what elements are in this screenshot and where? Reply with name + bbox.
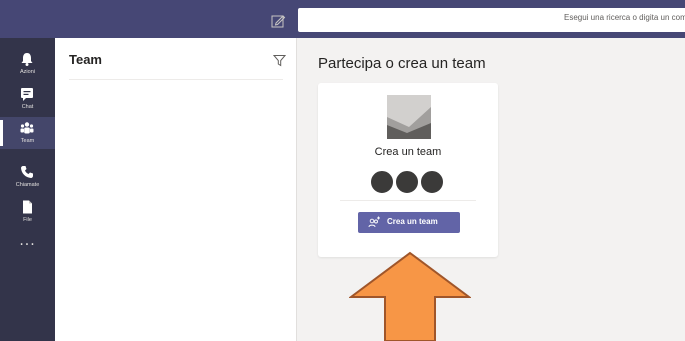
search-placeholder: Esegui una ricerca o digita un comando	[564, 13, 685, 22]
rail-item-chiamate[interactable]: Chiamate	[0, 161, 55, 193]
team-image-icon	[387, 95, 431, 139]
app-rail: Azioni Chat Team Chiamate File ···	[0, 38, 55, 341]
search-input[interactable]: Esegui una ricerca o digita un comando	[298, 8, 685, 32]
rail-item-team[interactable]: Team	[0, 117, 55, 149]
rail-label: File	[23, 217, 32, 223]
divider	[69, 79, 283, 80]
card-title: Crea un team	[374, 146, 442, 158]
compose-icon[interactable]	[270, 13, 286, 29]
avatar-group	[370, 170, 446, 194]
page-title: Partecipa o crea un team	[318, 55, 486, 72]
file-icon	[23, 200, 32, 214]
create-team-button-label: Crea un team	[387, 217, 438, 226]
phone-icon	[21, 166, 33, 178]
up-arrow-annotation	[349, 251, 471, 341]
rail-item-chat[interactable]: Chat	[0, 83, 55, 115]
rail-label: Chat	[21, 104, 34, 110]
team-icon	[20, 122, 34, 134]
rail-item-azioni[interactable]: Azioni	[0, 48, 55, 80]
rail-label: Team	[20, 138, 35, 144]
avatar	[420, 170, 444, 194]
rail-label: Chiamate	[15, 182, 40, 188]
team-list-panel: Team	[55, 38, 297, 341]
add-people-icon	[368, 216, 380, 228]
divider	[340, 200, 476, 201]
create-team-button[interactable]: Crea un team	[358, 212, 460, 233]
more-apps-icon[interactable]: ···	[0, 238, 55, 252]
create-team-card[interactable]: Crea un team Crea un team	[318, 83, 498, 257]
bell-icon	[21, 53, 33, 66]
filter-icon[interactable]	[273, 54, 286, 67]
chat-icon	[21, 88, 33, 101]
rail-item-file[interactable]: File	[0, 196, 55, 228]
avatar	[395, 170, 419, 194]
top-bar: Esegui una ricerca o digita un comando	[0, 0, 685, 38]
rail-label: Azioni	[20, 69, 35, 75]
panel-title: Team	[69, 52, 102, 67]
avatar	[370, 170, 394, 194]
